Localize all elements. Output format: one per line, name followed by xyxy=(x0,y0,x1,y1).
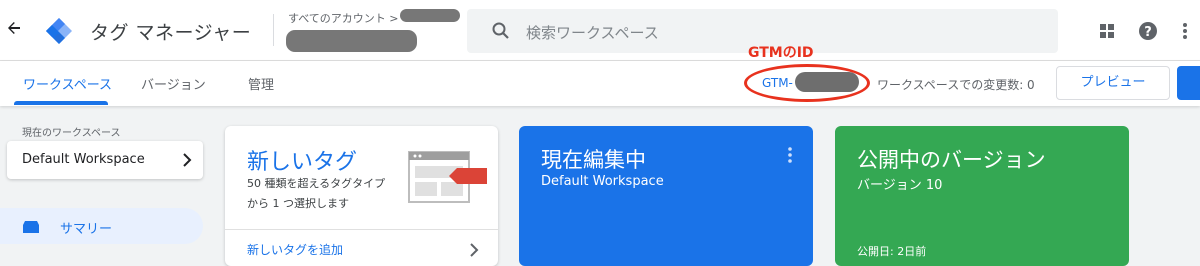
published-date: 公開日: 2日前 xyxy=(857,245,927,258)
search-placeholder: 検索ワークスペース xyxy=(526,24,659,42)
sidebar-item-label: サマリー xyxy=(60,222,113,237)
svg-text:?: ? xyxy=(1144,25,1152,40)
editing-workspace-name: Default Workspace xyxy=(541,174,664,189)
submit-button[interactable] xyxy=(1177,66,1200,100)
back-arrow-icon[interactable] xyxy=(6,20,26,40)
tag-illustration-icon xyxy=(407,150,489,206)
help-icon[interactable]: ? xyxy=(1138,21,1158,41)
summary-icon xyxy=(22,219,40,233)
published-version-card[interactable]: 公開中のバージョン バージョン 10 公開日: 2日前 xyxy=(835,126,1129,266)
header-divider xyxy=(273,14,274,46)
account-breadcrumb[interactable]: すべてのアカウント > xyxy=(288,10,399,26)
card-divider xyxy=(225,229,498,230)
sidebar-item-summary[interactable]: サマリー xyxy=(0,208,203,244)
chevron-right-icon xyxy=(469,242,479,257)
apps-grid-icon[interactable] xyxy=(1097,21,1117,41)
app-title: タグ マネージャー xyxy=(90,22,252,44)
redacted-container-name[interactable] xyxy=(286,30,417,52)
active-tab-indicator xyxy=(14,101,108,105)
tag-manager-logo xyxy=(44,16,74,46)
annotation-label: GTMのID xyxy=(748,45,814,61)
editing-card-title: 現在編集中 xyxy=(541,148,646,172)
new-tag-card: 新しいタグ 50 種類を超えるタグタイプから 1 つ選択します 新しいタグを追加 xyxy=(225,126,498,266)
published-card-title: 公開中のバージョン xyxy=(857,148,1046,172)
redacted-account-name xyxy=(400,9,460,22)
add-new-tag-link[interactable]: 新しいタグを追加 xyxy=(247,241,343,258)
tab-versions[interactable]: バージョン xyxy=(141,74,206,93)
more-vert-icon[interactable] xyxy=(787,146,793,164)
chevron-right-icon xyxy=(180,152,194,168)
workspace-changes-count: ワークスペースでの変更数: 0 xyxy=(877,78,1035,92)
tab-workspace[interactable]: ワークスペース xyxy=(23,74,112,93)
tab-admin[interactable]: 管理 xyxy=(248,74,274,93)
annotation-circle xyxy=(744,64,870,102)
workspace-name: Default Workspace xyxy=(22,152,145,167)
current-workspace-label: 現在のワークスペース xyxy=(22,128,121,139)
new-tag-title: 新しいタグ xyxy=(247,150,358,175)
search-icon xyxy=(491,21,511,41)
preview-button[interactable]: プレビュー xyxy=(1056,66,1170,100)
published-version-number: バージョン 10 xyxy=(857,178,943,193)
workspace-selector[interactable]: Default Workspace xyxy=(7,141,203,179)
new-tag-description: 50 種類を超えるタグタイプから 1 つ選択します xyxy=(247,177,386,210)
current-editing-card[interactable]: 現在編集中 Default Workspace xyxy=(519,126,813,266)
workspace-nav-bar: ワークスペース バージョン 管理 GTM- ワークスペースでの変更数: 0 プレ… xyxy=(0,61,1200,106)
more-vert-icon[interactable] xyxy=(1175,21,1195,41)
top-app-bar: タグ マネージャー すべてのアカウント > 検索ワークスペース ? xyxy=(0,0,1200,61)
